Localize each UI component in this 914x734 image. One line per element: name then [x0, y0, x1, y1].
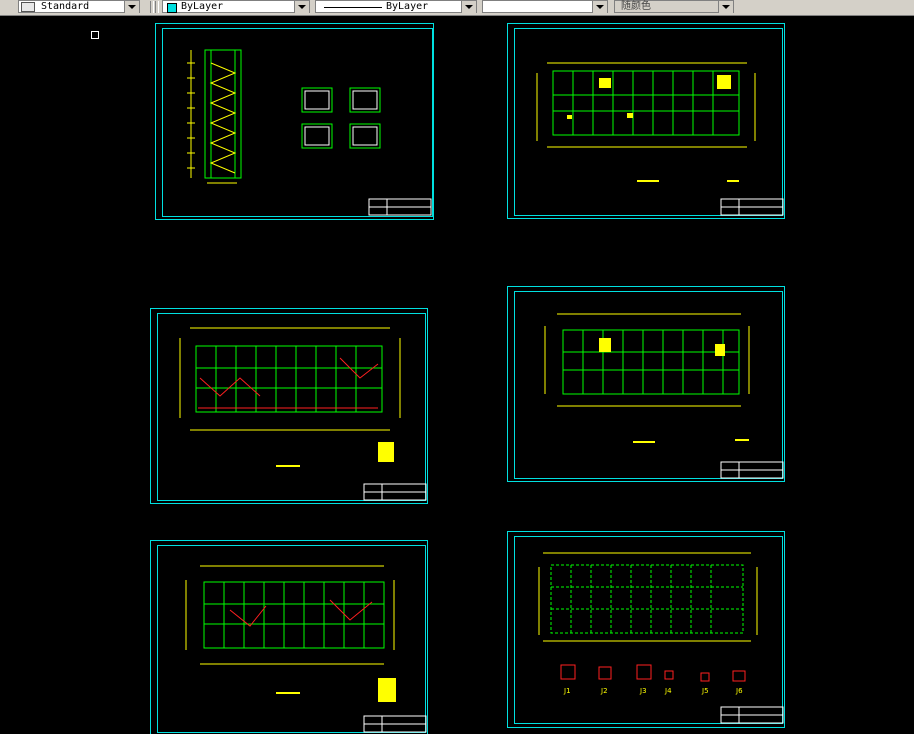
foundation-label: J2 [600, 687, 608, 695]
lineweight-dropdown[interactable] [482, 0, 608, 13]
foundation-label: J3 [639, 687, 647, 695]
plot-style-value: 随颜色 [621, 1, 651, 12]
chevron-down-icon[interactable] [294, 1, 309, 13]
linetype-preview-icon [324, 7, 382, 8]
color-dropdown[interactable]: ByLayer [162, 0, 310, 13]
ucs-icon [91, 31, 99, 39]
drawing-sheet-floor-plan-2[interactable] [150, 308, 430, 506]
chevron-down-icon[interactable] [592, 1, 607, 13]
chevron-down-icon[interactable] [124, 1, 139, 13]
toolbar-separator [155, 1, 159, 13]
foundation-label: J4 [664, 687, 672, 695]
text-style-value: Standard [41, 1, 90, 12]
drawing-sheet-floor-plan-3[interactable] [507, 286, 787, 484]
drawing-sheet-floor-plan-1[interactable] [507, 23, 787, 221]
foundation-label: J1 [563, 687, 571, 695]
text-style-icon [21, 2, 35, 12]
linetype-dropdown[interactable]: ByLayer [315, 0, 477, 13]
color-value: ByLayer [181, 1, 224, 12]
drawing-sheet-floor-plan-4[interactable] [150, 540, 430, 734]
chevron-down-icon[interactable] [718, 1, 733, 13]
drawing-sheet-foundation-plan[interactable]: J1 J2 J3 J4 J5 J6 [507, 531, 787, 731]
foundation-label: J5 [701, 687, 709, 695]
color-swatch-icon [167, 3, 177, 13]
linetype-value: ByLayer [386, 1, 429, 12]
toolbar-separator [150, 1, 154, 13]
plot-style-dropdown[interactable]: 随颜色 [614, 0, 734, 13]
text-style-dropdown[interactable]: Standard [18, 0, 140, 13]
foundation-label: J6 [735, 687, 743, 695]
drawing-sheet-stairs[interactable] [155, 23, 435, 221]
properties-toolbar: Standard ByLayer ByLayer 随颜色 [0, 0, 914, 16]
chevron-down-icon[interactable] [461, 1, 476, 13]
